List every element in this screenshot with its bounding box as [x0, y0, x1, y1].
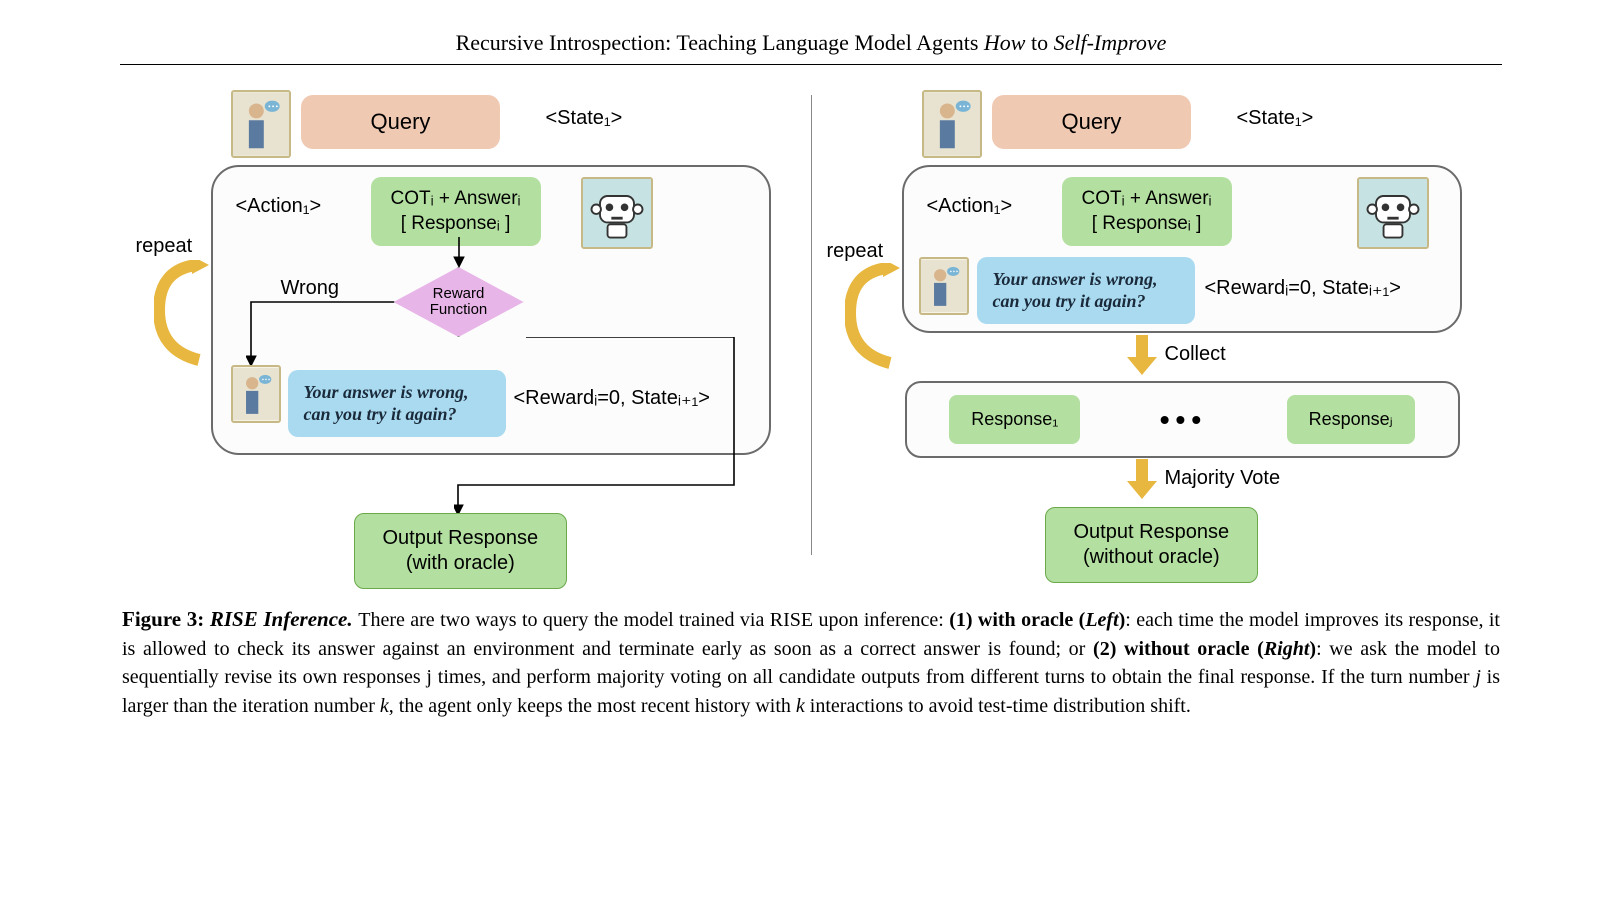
state-label: <State₁> [1237, 107, 1314, 130]
reward-state-label: <Rewardᵢ=0, Stateᵢ₊₁> [1205, 275, 1401, 300]
majority-arrow [1127, 459, 1157, 501]
caption-bold-2-italic: Right [1264, 638, 1310, 660]
cot-box: COTᵢ + Answerᵢ [ Responseᵢ ] [371, 177, 541, 246]
state-label: <State₁> [546, 107, 623, 130]
output-box: Output Response (without oracle) [1045, 507, 1259, 583]
action-label: <Action₁> [927, 195, 1013, 218]
caption-body-1: There are two ways to query the model tr… [358, 609, 949, 631]
robot-icon [1357, 177, 1429, 249]
output-line-2: (with oracle) [383, 551, 539, 576]
caption-bold-2: (2) without oracle ( [1093, 638, 1264, 660]
repeat-arrow [845, 263, 905, 373]
caption-bold-1: (1) with oracle ( [949, 609, 1085, 631]
cot-line-2: [ Responseᵢ ] [1082, 212, 1212, 237]
title-italic-1: How [984, 30, 1026, 55]
collect-arrow [1127, 335, 1157, 377]
vertical-divider [811, 95, 812, 555]
caption-body-5: , the agent only keeps the most recent h… [389, 695, 796, 717]
majority-label: Majority Vote [1165, 467, 1281, 490]
human-icon-small [231, 365, 281, 423]
cot-box: COTᵢ + Answerᵢ [ Responseᵢ ] [1062, 177, 1232, 246]
arrow-diamond-to-output [454, 337, 754, 517]
collect-label: Collect [1165, 343, 1226, 366]
robot-icon [581, 177, 653, 249]
repeat-label: repeat [136, 235, 193, 258]
reward-diamond: RewardFunction [394, 267, 524, 337]
title-italic-2: Self-Improve [1054, 30, 1167, 55]
cot-line-1: COTᵢ + Answerᵢ [1082, 187, 1212, 212]
output-box: Output Response (with oracle) [354, 513, 568, 589]
action-label: <Action₁> [236, 195, 322, 218]
dots: ••• [1160, 404, 1207, 436]
arrow-cot-to-diamond [452, 237, 466, 269]
human-icon [922, 90, 982, 158]
response-j-box: Responseⱼ [1287, 395, 1415, 444]
right-panel: Query <State₁> <Action₁> COTᵢ + Answerᵢ … [827, 85, 1487, 585]
output-line-1: Output Response [1074, 520, 1230, 545]
human-icon-small [919, 257, 969, 315]
wrong-bubble: Your answer is wrong, can you try it aga… [977, 257, 1195, 324]
caption-var-k: k [380, 695, 389, 717]
figure-caption: Figure 3: RISE Inference. There are two … [120, 605, 1502, 720]
diamond-text: RewardFunction [430, 286, 488, 319]
query-box: Query [301, 95, 501, 149]
title-mid: to [1025, 30, 1053, 55]
query-box: Query [992, 95, 1192, 149]
collect-panel: Response₁ ••• Responseⱼ [905, 381, 1460, 458]
repeat-label: repeat [827, 240, 884, 263]
figure-number: Figure 3: [122, 607, 204, 631]
title-prefix: Recursive Introspection: Teaching Langua… [456, 30, 984, 55]
left-panel: Query <State₁> <Action₁> COTᵢ + Answerᵢ … [136, 85, 796, 585]
caption-body-6: interactions to avoid test-time distribu… [805, 695, 1191, 717]
human-icon [231, 90, 291, 158]
output-line-2: (without oracle) [1074, 545, 1230, 570]
diagram-container: Query <State₁> <Action₁> COTᵢ + Answerᵢ … [120, 85, 1502, 585]
response-1-box: Response₁ [949, 395, 1080, 444]
page-title: Recursive Introspection: Teaching Langua… [120, 30, 1502, 65]
wrong-label: Wrong [281, 277, 340, 300]
cot-line-2: [ Responseᵢ ] [391, 212, 521, 237]
caption-bold-1-italic: Left [1085, 609, 1118, 631]
arrow-diamond-to-bubble [246, 300, 396, 370]
figure-title: RISE Inference. [204, 607, 358, 631]
repeat-arrow [154, 260, 214, 370]
caption-var-k2: k [796, 695, 805, 717]
cot-line-1: COTᵢ + Answerᵢ [391, 187, 521, 212]
output-line-1: Output Response [383, 526, 539, 551]
